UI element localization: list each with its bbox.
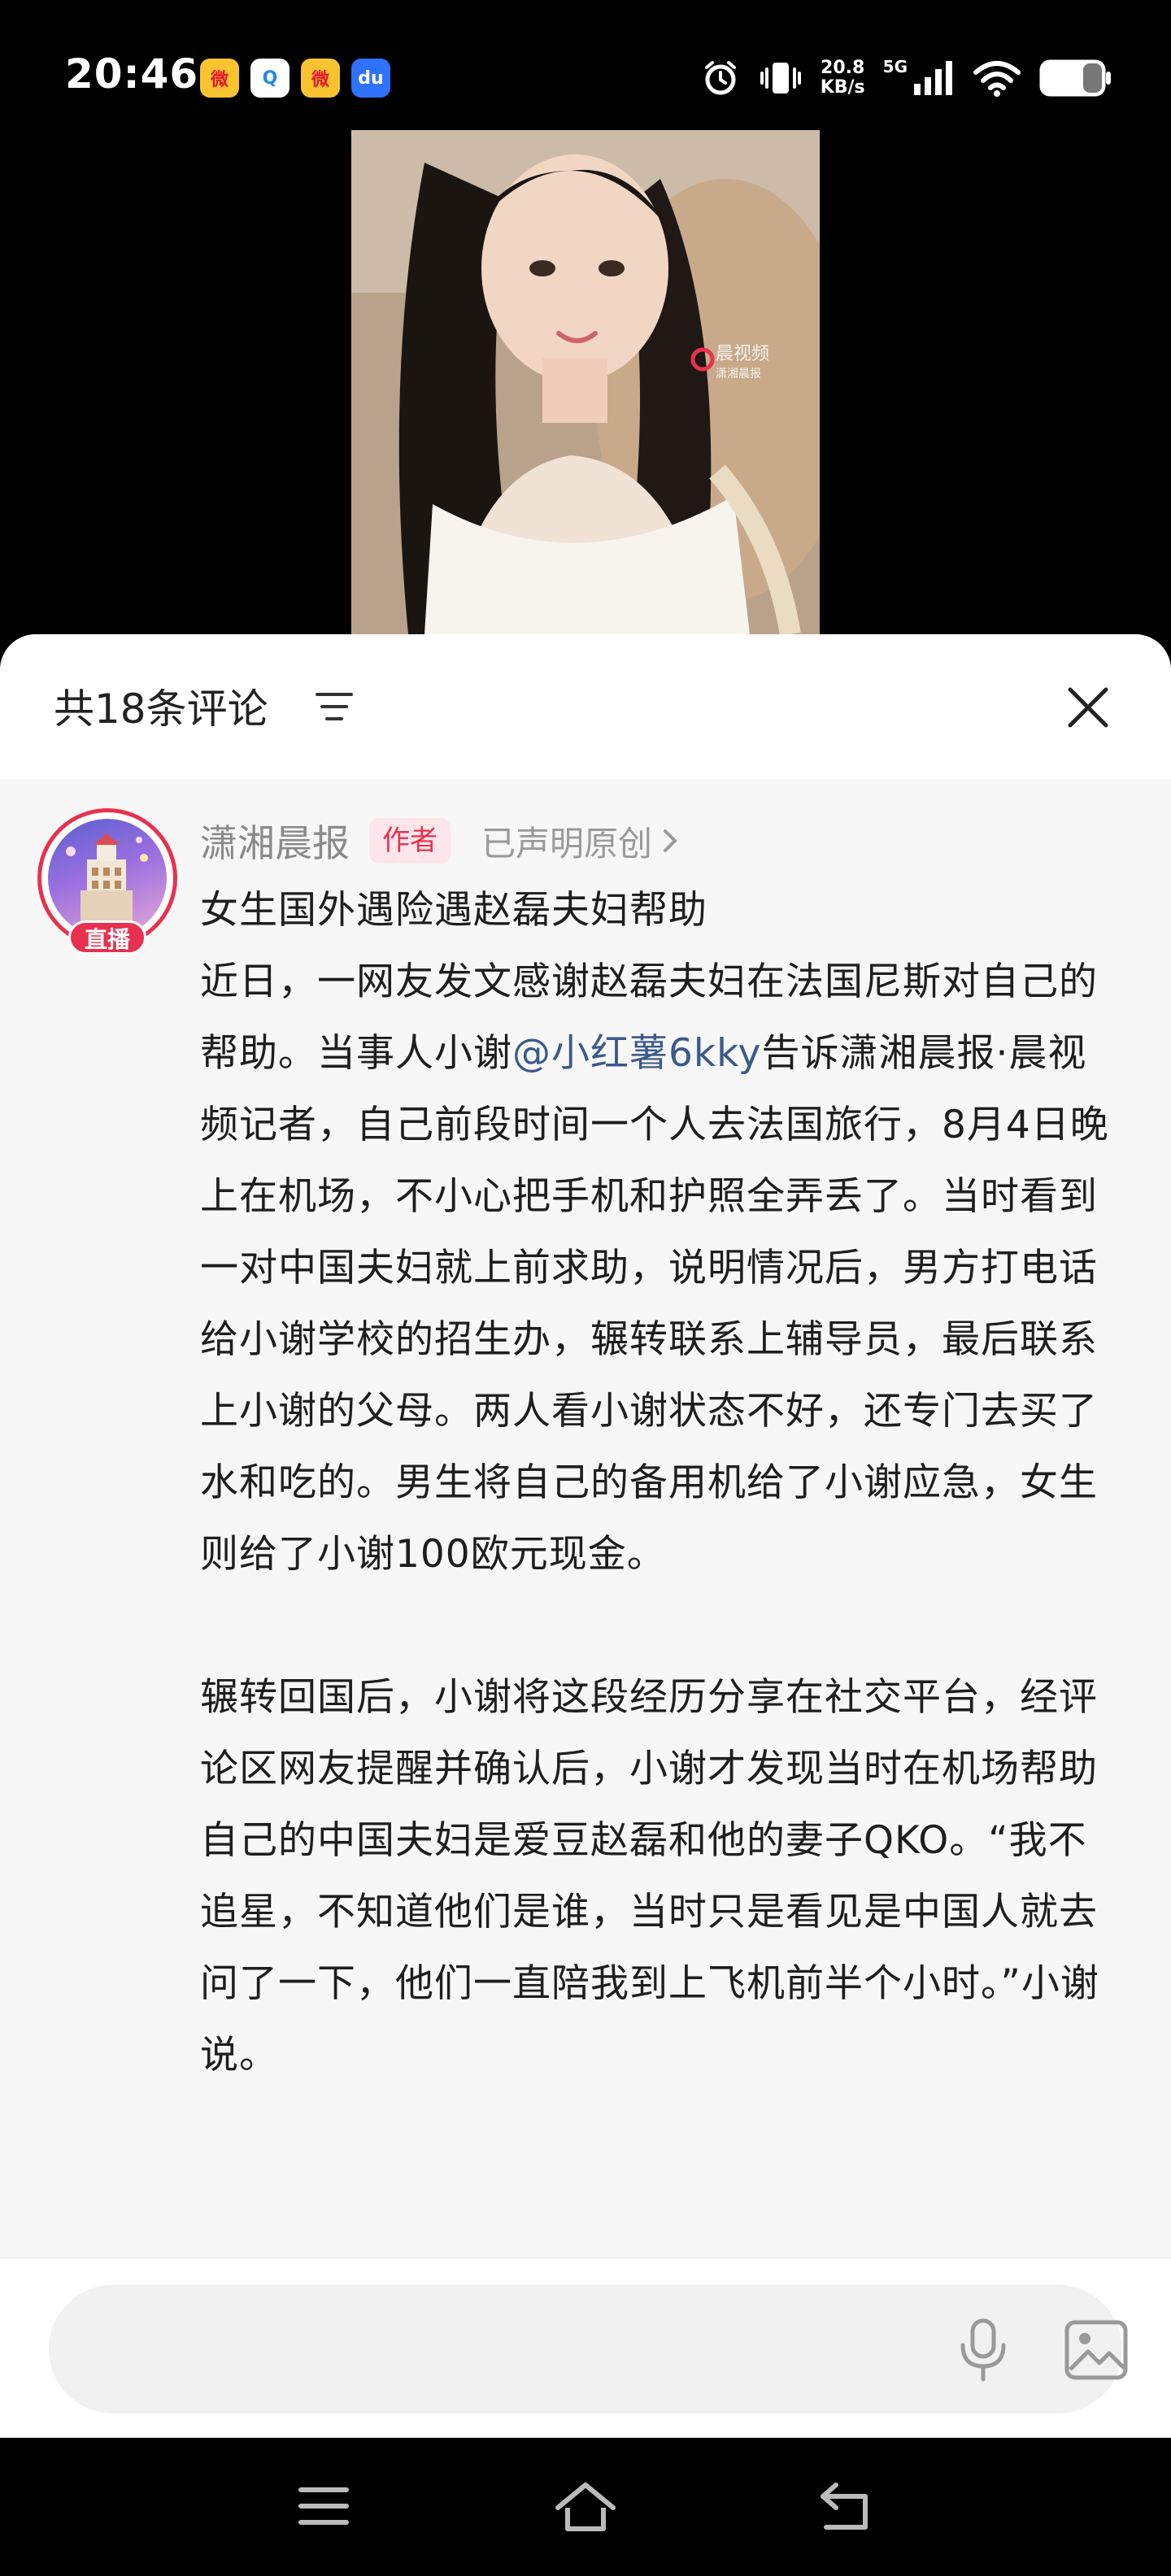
alarm-icon: [704, 61, 736, 95]
comments-header: 共18条评论: [0, 634, 1171, 779]
signal-icon: [914, 61, 952, 95]
menu-icon[interactable]: [298, 2480, 350, 2532]
battery-icon: [1039, 59, 1111, 97]
weibo-icon: 微: [301, 59, 340, 98]
microphone-icon[interactable]: [955, 2317, 1012, 2382]
original-declaration-link[interactable]: 已声明原创: [481, 816, 652, 866]
status-bar: 20:46 微 Q 微 du 20.8 KB/s 5G: [0, 0, 1171, 130]
watermark-title: 晨视频: [716, 344, 770, 364]
comment-input-bar: [0, 2257, 1171, 2438]
author-tag: 作者: [369, 818, 451, 864]
comment-paragraph-2: 辗转回国后，小谢将这段经历分享在社交平台，经评论区网友提醒并确认后，小谢才发现当…: [200, 1675, 1099, 2078]
video-player[interactable]: 晨视频 潇湘晨报: [0, 130, 1171, 634]
comment-paragraph-continued: 告诉潇湘晨报·晨视频记者，自己前段时间一个人去法国旅行，8月4日晚上在机场，不小…: [200, 1031, 1109, 1577]
image-icon[interactable]: [1064, 2319, 1129, 2381]
close-icon[interactable]: [1064, 683, 1112, 732]
live-badge: 直播: [68, 920, 146, 955]
system-icons: 20.8 KB/s 5G: [700, 54, 1112, 102]
author-row: 潇湘晨报 作者 已声明原创: [200, 812, 680, 870]
filter-icon[interactable]: [314, 688, 355, 725]
clock: 20:46: [65, 50, 199, 98]
baidu-icon: du: [351, 59, 390, 98]
watermark-subtitle: 潇湘晨报: [716, 368, 761, 381]
comments-count-title: 共18条评论: [54, 685, 268, 733]
chevron-right-icon[interactable]: [660, 826, 680, 855]
qq-browser-icon: Q: [250, 59, 289, 98]
building-icon: [66, 833, 148, 936]
network-speed: 20.8 KB/s: [821, 59, 865, 98]
signal-type-label: 5G: [882, 57, 908, 76]
weibo-icon: 微: [200, 59, 239, 98]
comment-item: 直播 潇湘晨报 作者 已声明原创 女生国外遇险遇赵磊夫妇帮助 近日，一网友发文感…: [0, 779, 1171, 2080]
notification-icons: 微 Q 微 du: [200, 59, 390, 98]
network-speed-value: 20.8: [821, 58, 865, 78]
video-watermark: 晨视频 潇湘晨报: [716, 345, 769, 384]
comment-body: 女生国外遇险遇赵磊夫妇帮助 近日，一网友发文感谢赵磊夫妇在法国尼斯对自己的帮助。…: [200, 875, 1119, 2091]
video-thumbnail[interactable]: 晨视频 潇湘晨报: [351, 130, 820, 634]
back-icon[interactable]: [816, 2480, 875, 2532]
comments-sheet: 共18条评论 直播 潇湘晨报 作者 已声明原创 女生国外遇险遇赵磊夫妇帮助 近日…: [0, 634, 1171, 2438]
comment-headline: 女生国外遇险遇赵磊夫妇帮助: [200, 888, 707, 933]
wifi-icon: [973, 61, 1021, 97]
network-speed-unit: KB/s: [820, 77, 865, 98]
vibrate-icon: [760, 63, 801, 94]
system-nav-bar: [0, 2438, 1171, 2576]
comment-input[interactable]: [49, 2285, 1128, 2413]
author-name[interactable]: 潇湘晨报: [200, 814, 350, 868]
user-mention-link[interactable]: @小红薯6kky: [512, 1031, 761, 1076]
home-icon[interactable]: [553, 2480, 618, 2532]
